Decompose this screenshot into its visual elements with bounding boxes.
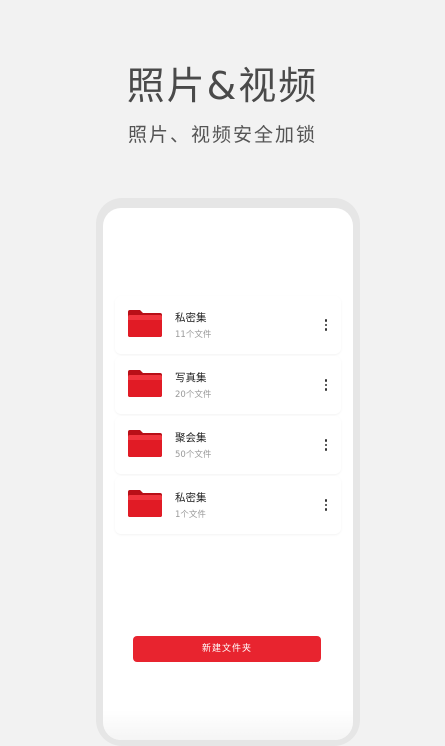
more-dot (324, 499, 328, 502)
folder-list: 私密集 11个文件 写真集 20个文件 聚会集 50个文件 私密集 1个文件 (115, 296, 341, 536)
folder-icon (127, 308, 163, 338)
folder-count: 20个文件 (175, 390, 212, 400)
bottom-fade (103, 710, 353, 740)
more-dot (324, 508, 328, 511)
more-options-button[interactable] (321, 314, 331, 336)
more-dot (324, 383, 328, 387)
more-dot (324, 323, 328, 327)
more-dot (324, 443, 328, 447)
more-options-button[interactable] (321, 434, 331, 456)
more-dot (324, 448, 328, 451)
folder-item[interactable]: 私密集 1个文件 (115, 476, 341, 534)
folder-count: 50个文件 (175, 450, 212, 460)
folder-item[interactable]: 私密集 11个文件 (115, 296, 341, 354)
more-dot (324, 328, 328, 331)
hero-subtitle: 照片、视频安全加锁 (127, 124, 317, 146)
more-dot (324, 439, 328, 442)
folder-name: 私密集 (175, 492, 207, 504)
folder-icon (127, 428, 163, 458)
more-dot (324, 379, 328, 382)
folder-icon (127, 488, 163, 518)
folder-name: 私密集 (175, 312, 207, 324)
more-options-button[interactable] (321, 494, 331, 516)
new-folder-button[interactable]: 新建文件夹 (133, 636, 321, 662)
folder-item[interactable]: 写真集 20个文件 (115, 356, 341, 414)
folder-count: 1个文件 (175, 510, 206, 520)
more-dot (324, 319, 328, 322)
folder-count: 11个文件 (175, 330, 212, 340)
phone-screen: 私密集 11个文件 写真集 20个文件 聚会集 50个文件 私密集 1个文件 新… (103, 208, 353, 740)
folder-name: 聚会集 (175, 432, 207, 444)
more-options-button[interactable] (321, 374, 331, 396)
folder-item[interactable]: 聚会集 50个文件 (115, 416, 341, 474)
more-dot (324, 503, 328, 507)
hero-title: 照片&视频 (126, 64, 319, 108)
more-dot (324, 388, 328, 391)
folder-name: 写真集 (175, 372, 207, 384)
folder-icon (127, 368, 163, 398)
